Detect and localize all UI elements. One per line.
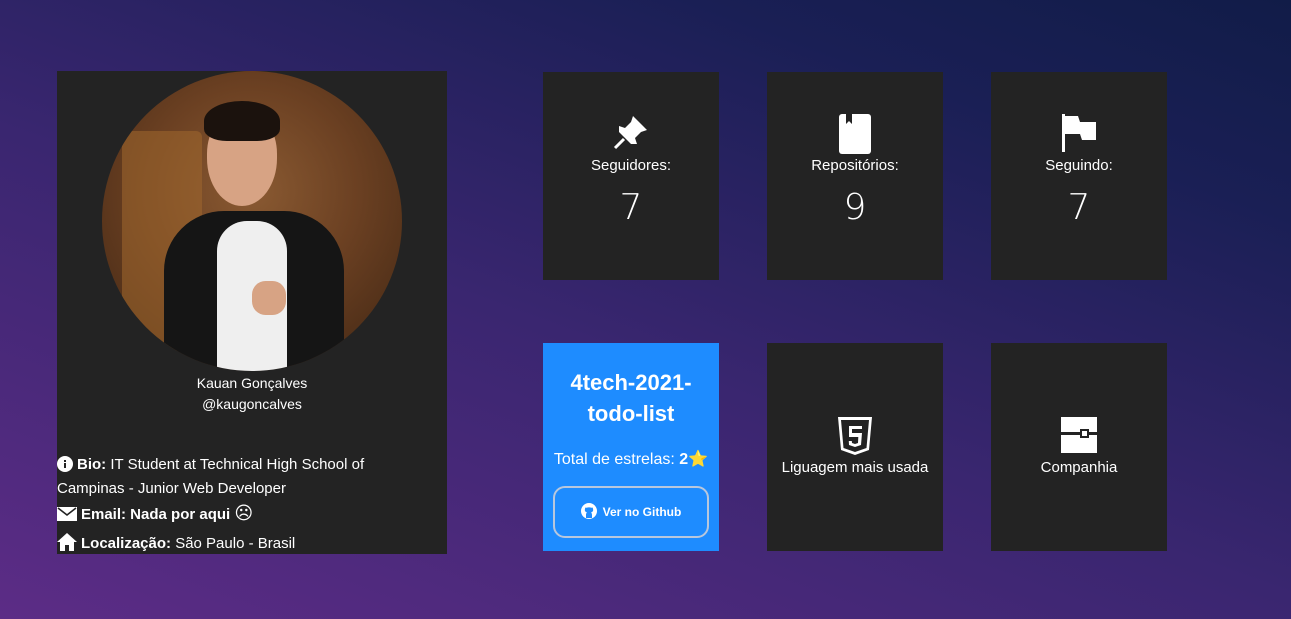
repository-card: 4tech-2021-todo-list Total de estrelas: … <box>543 343 719 551</box>
avatar <box>102 71 402 371</box>
stars-value: 2 <box>679 451 689 468</box>
followers-label: Seguidores: <box>590 157 672 174</box>
home-icon <box>57 533 77 557</box>
followers-value: 7 <box>619 187 643 228</box>
following-card: Seguindo: 7 <box>991 72 1167 280</box>
followers-card: Seguidores: 7 <box>543 72 719 280</box>
book-icon <box>767 114 943 154</box>
mail-icon <box>57 506 77 528</box>
pin-icon <box>543 114 719 150</box>
language-label: Liguagem mais usada <box>781 459 929 476</box>
company-label: Companhia <box>1040 459 1118 476</box>
location-row: Localização: São Paulo - Brasil <box>57 533 447 557</box>
stars-row: Total de estrelas: 2⭐ <box>543 449 719 469</box>
language-card: Liguagem mais usada <box>767 343 943 551</box>
stars-label: Total de estrelas: <box>553 451 675 468</box>
email-label: Email: Nada por aqui <box>81 506 231 523</box>
following-label: Seguindo: <box>1045 157 1113 174</box>
sad-face-icon: ☹ <box>234 503 254 523</box>
repository-name: 4tech-2021-todo-list <box>570 370 692 426</box>
profile-name: Kauan Gonçalves <box>196 375 308 391</box>
github-icon <box>580 502 597 522</box>
profile-handle: @kaugoncalves <box>202 396 302 412</box>
view-on-github-label: Ver no Github <box>602 505 682 519</box>
company-card: Companhia <box>991 343 1167 551</box>
flag-icon <box>991 114 1167 152</box>
email-row: Email: Nada por aqui ☹ <box>57 503 447 528</box>
location-label: Localização: <box>81 535 172 552</box>
profile-card: Kauan Gonçalves @kaugoncalves Bio: IT St… <box>57 71 447 554</box>
view-on-github-button[interactable]: Ver no Github <box>553 486 709 538</box>
bio-row: Bio: IT Student at Technical High School… <box>57 454 447 499</box>
repositories-label: Repositórios: <box>811 157 899 174</box>
info-icon <box>57 456 73 478</box>
star-icon: ⭐ <box>688 451 709 468</box>
repositories-card: Repositórios: 9 <box>767 72 943 280</box>
location-text: São Paulo - Brasil <box>171 535 296 552</box>
repositories-value: 9 <box>843 187 867 228</box>
bio-label: Bio: <box>77 456 107 473</box>
html5-icon <box>767 417 943 455</box>
following-value: 7 <box>1067 187 1091 228</box>
company-icon <box>991 417 1167 453</box>
